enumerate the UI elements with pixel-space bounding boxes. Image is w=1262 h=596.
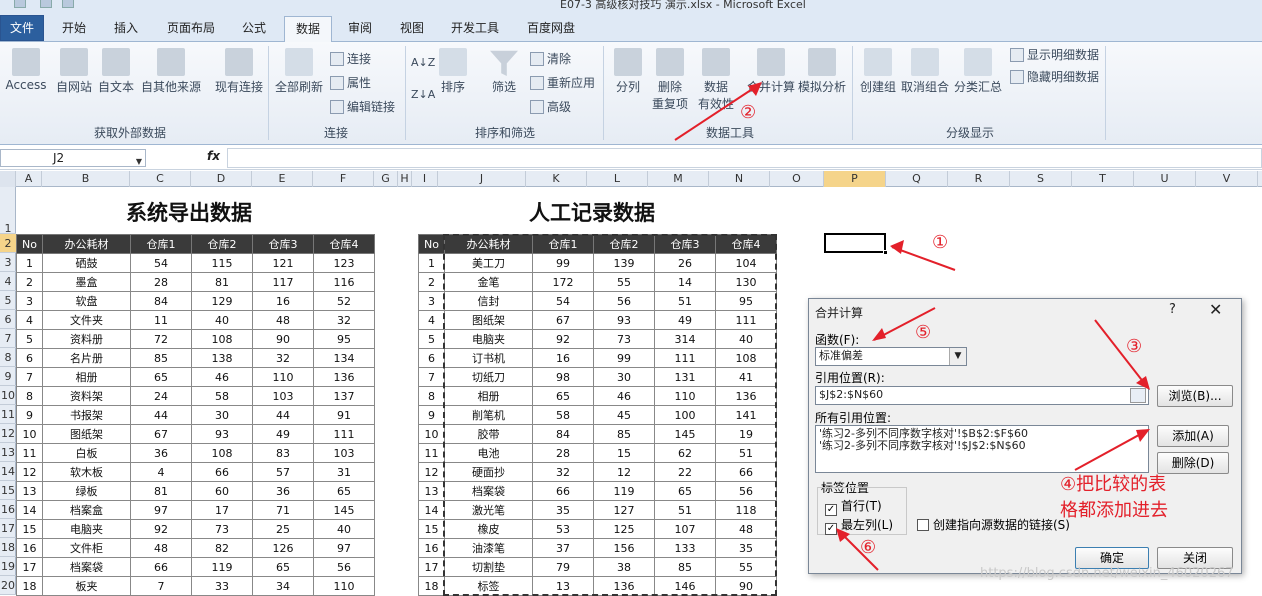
annotation-3: ③ (1126, 336, 1143, 357)
watermark: https://blog.csdn.net/weixin_46020267 (980, 566, 1234, 581)
annotation-4-line-2: 格都添加进去 (1060, 500, 1168, 521)
annotation-5: ⑤ (915, 322, 932, 343)
annotation-1: ① (932, 232, 949, 253)
annotation-4-line-1: ④把比较的表 (1060, 474, 1167, 495)
annotation-2: ② (740, 102, 757, 123)
annotation-6: ⑥ (860, 537, 877, 558)
